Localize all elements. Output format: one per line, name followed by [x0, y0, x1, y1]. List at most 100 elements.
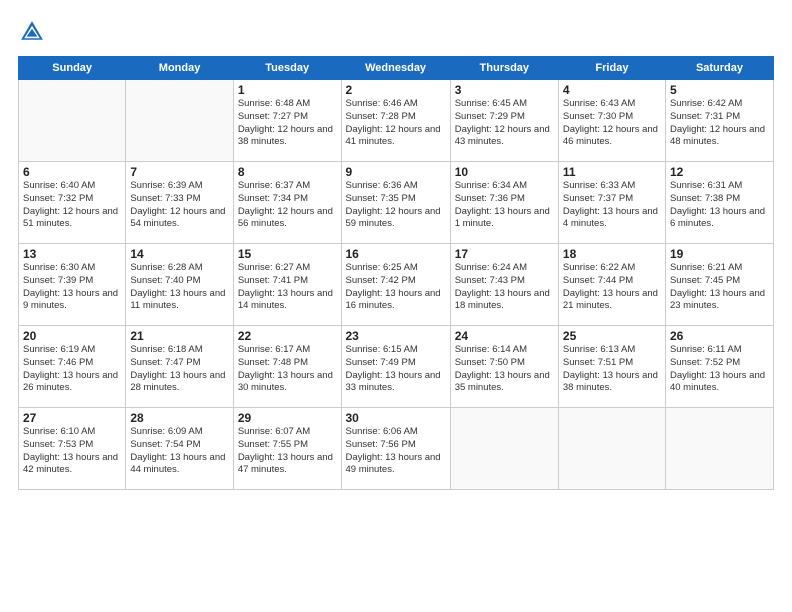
- day-info: Sunrise: 6:24 AM Sunset: 7:43 PM Dayligh…: [455, 262, 554, 313]
- calendar-cell: 23Sunrise: 6:15 AM Sunset: 7:49 PM Dayli…: [341, 326, 450, 408]
- calendar-cell: 10Sunrise: 6:34 AM Sunset: 7:36 PM Dayli…: [450, 162, 558, 244]
- calendar-cell: 12Sunrise: 6:31 AM Sunset: 7:38 PM Dayli…: [665, 162, 773, 244]
- calendar-header-saturday: Saturday: [665, 57, 773, 80]
- calendar-cell: [558, 408, 665, 490]
- calendar-cell: 6Sunrise: 6:40 AM Sunset: 7:32 PM Daylig…: [19, 162, 126, 244]
- calendar-cell: 19Sunrise: 6:21 AM Sunset: 7:45 PM Dayli…: [665, 244, 773, 326]
- day-info: Sunrise: 6:30 AM Sunset: 7:39 PM Dayligh…: [23, 262, 121, 313]
- day-info: Sunrise: 6:45 AM Sunset: 7:29 PM Dayligh…: [455, 98, 554, 149]
- logo-icon: [18, 18, 46, 46]
- calendar-cell: 13Sunrise: 6:30 AM Sunset: 7:39 PM Dayli…: [19, 244, 126, 326]
- day-info: Sunrise: 6:13 AM Sunset: 7:51 PM Dayligh…: [563, 344, 661, 395]
- calendar-cell: 5Sunrise: 6:42 AM Sunset: 7:31 PM Daylig…: [665, 80, 773, 162]
- day-info: Sunrise: 6:07 AM Sunset: 7:55 PM Dayligh…: [238, 426, 337, 477]
- calendar-header-tuesday: Tuesday: [233, 57, 341, 80]
- day-number: 23: [346, 329, 446, 343]
- logo: [18, 18, 50, 46]
- calendar-cell: 11Sunrise: 6:33 AM Sunset: 7:37 PM Dayli…: [558, 162, 665, 244]
- day-info: Sunrise: 6:27 AM Sunset: 7:41 PM Dayligh…: [238, 262, 337, 313]
- calendar-cell: 22Sunrise: 6:17 AM Sunset: 7:48 PM Dayli…: [233, 326, 341, 408]
- calendar-table: SundayMondayTuesdayWednesdayThursdayFrid…: [18, 56, 774, 490]
- calendar-cell: 7Sunrise: 6:39 AM Sunset: 7:33 PM Daylig…: [126, 162, 233, 244]
- day-number: 29: [238, 411, 337, 425]
- day-number: 27: [23, 411, 121, 425]
- day-number: 12: [670, 165, 769, 179]
- calendar-cell: 29Sunrise: 6:07 AM Sunset: 7:55 PM Dayli…: [233, 408, 341, 490]
- calendar-week-row: 27Sunrise: 6:10 AM Sunset: 7:53 PM Dayli…: [19, 408, 774, 490]
- day-number: 6: [23, 165, 121, 179]
- day-info: Sunrise: 6:40 AM Sunset: 7:32 PM Dayligh…: [23, 180, 121, 231]
- calendar-header-row: SundayMondayTuesdayWednesdayThursdayFrid…: [19, 57, 774, 80]
- calendar-week-row: 20Sunrise: 6:19 AM Sunset: 7:46 PM Dayli…: [19, 326, 774, 408]
- day-number: 15: [238, 247, 337, 261]
- day-number: 10: [455, 165, 554, 179]
- calendar-cell: 9Sunrise: 6:36 AM Sunset: 7:35 PM Daylig…: [341, 162, 450, 244]
- day-number: 26: [670, 329, 769, 343]
- calendar-cell: 8Sunrise: 6:37 AM Sunset: 7:34 PM Daylig…: [233, 162, 341, 244]
- day-info: Sunrise: 6:19 AM Sunset: 7:46 PM Dayligh…: [23, 344, 121, 395]
- calendar-cell: [19, 80, 126, 162]
- calendar-header-thursday: Thursday: [450, 57, 558, 80]
- calendar-week-row: 13Sunrise: 6:30 AM Sunset: 7:39 PM Dayli…: [19, 244, 774, 326]
- calendar-cell: 3Sunrise: 6:45 AM Sunset: 7:29 PM Daylig…: [450, 80, 558, 162]
- calendar-cell: [126, 80, 233, 162]
- day-number: 4: [563, 83, 661, 97]
- day-number: 11: [563, 165, 661, 179]
- day-info: Sunrise: 6:36 AM Sunset: 7:35 PM Dayligh…: [346, 180, 446, 231]
- calendar-cell: 30Sunrise: 6:06 AM Sunset: 7:56 PM Dayli…: [341, 408, 450, 490]
- day-info: Sunrise: 6:17 AM Sunset: 7:48 PM Dayligh…: [238, 344, 337, 395]
- calendar-cell: 21Sunrise: 6:18 AM Sunset: 7:47 PM Dayli…: [126, 326, 233, 408]
- day-info: Sunrise: 6:37 AM Sunset: 7:34 PM Dayligh…: [238, 180, 337, 231]
- day-info: Sunrise: 6:06 AM Sunset: 7:56 PM Dayligh…: [346, 426, 446, 477]
- day-info: Sunrise: 6:33 AM Sunset: 7:37 PM Dayligh…: [563, 180, 661, 231]
- calendar-cell: 1Sunrise: 6:48 AM Sunset: 7:27 PM Daylig…: [233, 80, 341, 162]
- day-info: Sunrise: 6:09 AM Sunset: 7:54 PM Dayligh…: [130, 426, 228, 477]
- calendar-header-friday: Friday: [558, 57, 665, 80]
- calendar-cell: 18Sunrise: 6:22 AM Sunset: 7:44 PM Dayli…: [558, 244, 665, 326]
- day-info: Sunrise: 6:10 AM Sunset: 7:53 PM Dayligh…: [23, 426, 121, 477]
- day-number: 21: [130, 329, 228, 343]
- calendar-cell: 26Sunrise: 6:11 AM Sunset: 7:52 PM Dayli…: [665, 326, 773, 408]
- day-number: 19: [670, 247, 769, 261]
- calendar-cell: 14Sunrise: 6:28 AM Sunset: 7:40 PM Dayli…: [126, 244, 233, 326]
- calendar-header-sunday: Sunday: [19, 57, 126, 80]
- page: SundayMondayTuesdayWednesdayThursdayFrid…: [0, 0, 792, 612]
- day-number: 22: [238, 329, 337, 343]
- day-info: Sunrise: 6:21 AM Sunset: 7:45 PM Dayligh…: [670, 262, 769, 313]
- calendar-cell: [450, 408, 558, 490]
- day-number: 13: [23, 247, 121, 261]
- day-info: Sunrise: 6:11 AM Sunset: 7:52 PM Dayligh…: [670, 344, 769, 395]
- day-info: Sunrise: 6:25 AM Sunset: 7:42 PM Dayligh…: [346, 262, 446, 313]
- day-info: Sunrise: 6:28 AM Sunset: 7:40 PM Dayligh…: [130, 262, 228, 313]
- day-number: 25: [563, 329, 661, 343]
- day-number: 30: [346, 411, 446, 425]
- calendar-cell: 25Sunrise: 6:13 AM Sunset: 7:51 PM Dayli…: [558, 326, 665, 408]
- calendar-week-row: 1Sunrise: 6:48 AM Sunset: 7:27 PM Daylig…: [19, 80, 774, 162]
- calendar-cell: 28Sunrise: 6:09 AM Sunset: 7:54 PM Dayli…: [126, 408, 233, 490]
- header: [18, 18, 774, 46]
- calendar-cell: 24Sunrise: 6:14 AM Sunset: 7:50 PM Dayli…: [450, 326, 558, 408]
- day-number: 1: [238, 83, 337, 97]
- day-info: Sunrise: 6:34 AM Sunset: 7:36 PM Dayligh…: [455, 180, 554, 231]
- day-info: Sunrise: 6:39 AM Sunset: 7:33 PM Dayligh…: [130, 180, 228, 231]
- day-number: 24: [455, 329, 554, 343]
- day-number: 17: [455, 247, 554, 261]
- calendar-header-wednesday: Wednesday: [341, 57, 450, 80]
- day-number: 18: [563, 247, 661, 261]
- calendar-cell: 20Sunrise: 6:19 AM Sunset: 7:46 PM Dayli…: [19, 326, 126, 408]
- day-number: 3: [455, 83, 554, 97]
- day-info: Sunrise: 6:22 AM Sunset: 7:44 PM Dayligh…: [563, 262, 661, 313]
- calendar-cell: 4Sunrise: 6:43 AM Sunset: 7:30 PM Daylig…: [558, 80, 665, 162]
- calendar-cell: 27Sunrise: 6:10 AM Sunset: 7:53 PM Dayli…: [19, 408, 126, 490]
- calendar-cell: 16Sunrise: 6:25 AM Sunset: 7:42 PM Dayli…: [341, 244, 450, 326]
- day-info: Sunrise: 6:15 AM Sunset: 7:49 PM Dayligh…: [346, 344, 446, 395]
- day-number: 8: [238, 165, 337, 179]
- day-number: 16: [346, 247, 446, 261]
- day-info: Sunrise: 6:14 AM Sunset: 7:50 PM Dayligh…: [455, 344, 554, 395]
- day-info: Sunrise: 6:31 AM Sunset: 7:38 PM Dayligh…: [670, 180, 769, 231]
- day-info: Sunrise: 6:18 AM Sunset: 7:47 PM Dayligh…: [130, 344, 228, 395]
- day-number: 7: [130, 165, 228, 179]
- day-number: 14: [130, 247, 228, 261]
- day-number: 28: [130, 411, 228, 425]
- calendar-header-monday: Monday: [126, 57, 233, 80]
